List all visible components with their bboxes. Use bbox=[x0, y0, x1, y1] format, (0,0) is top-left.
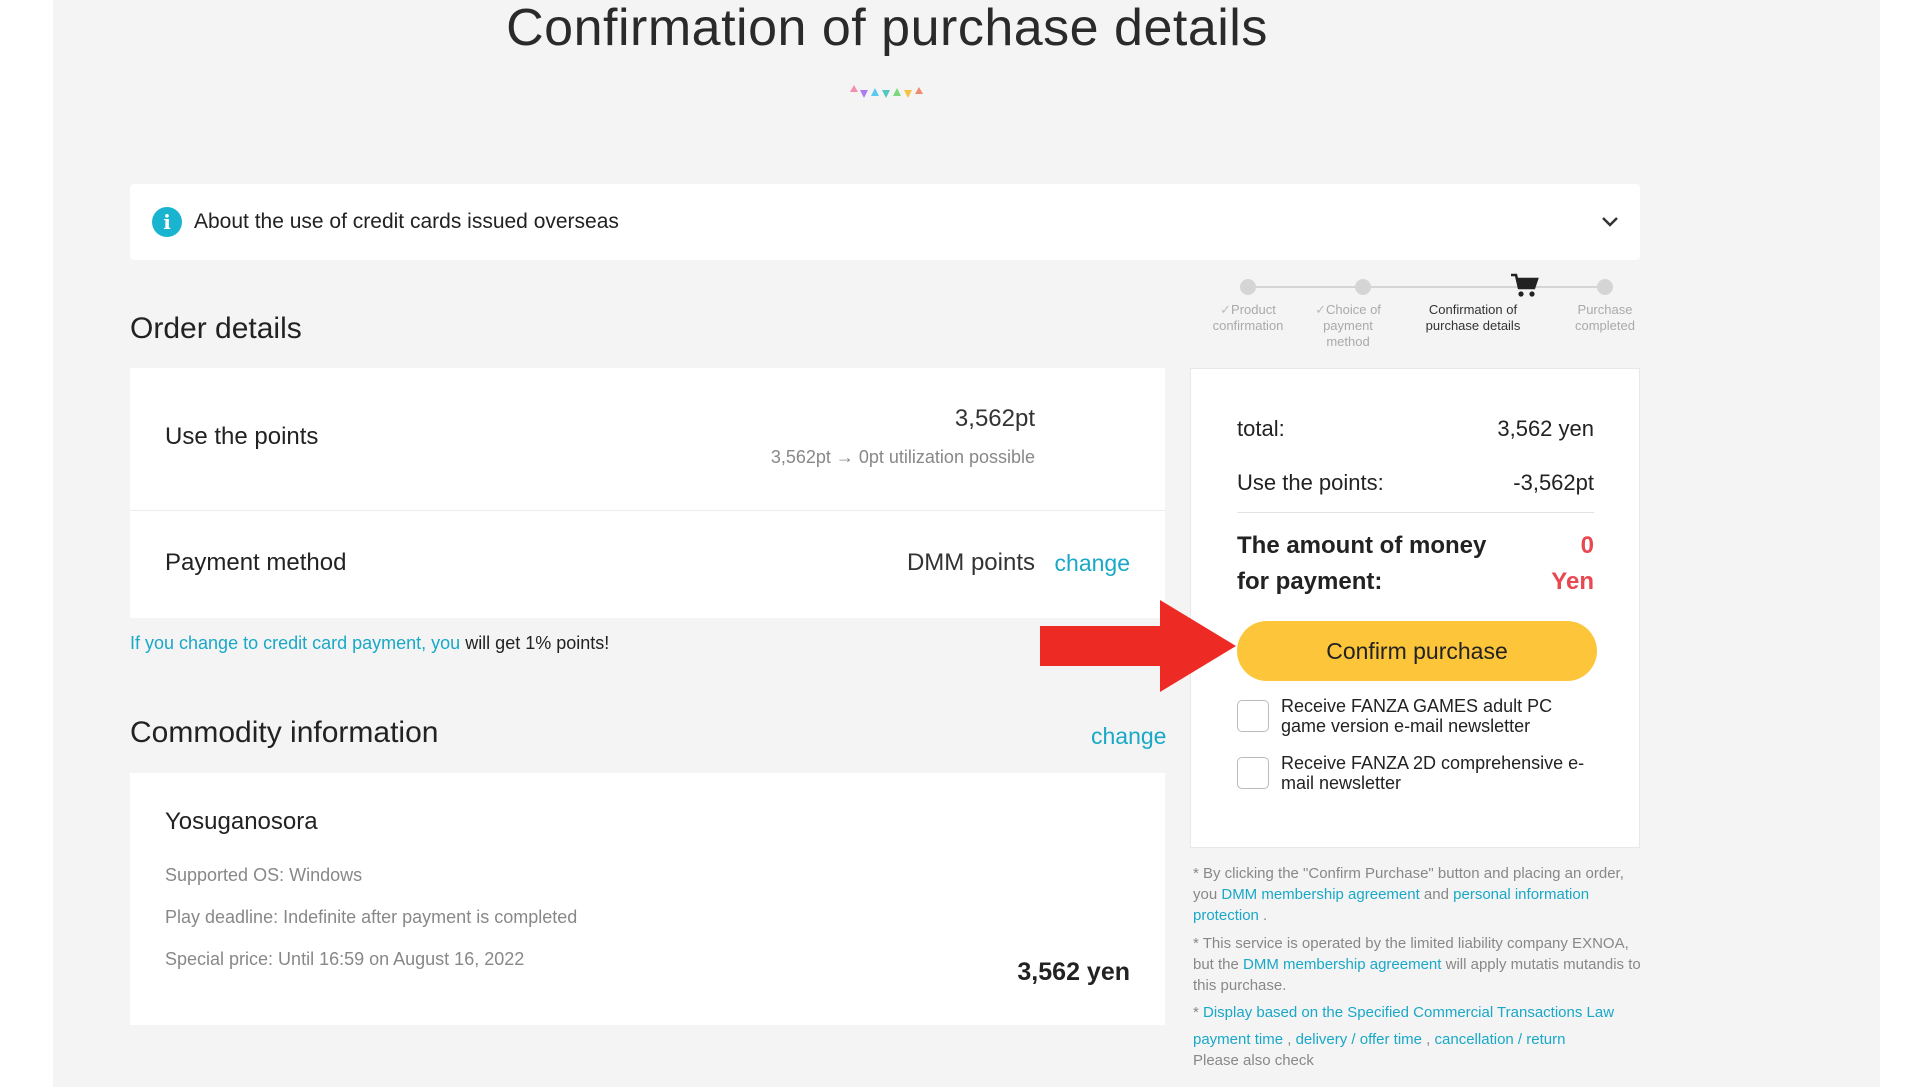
points-row: Use the points: -3,562pt bbox=[1237, 470, 1594, 496]
membership-agreement-link[interactable]: DMM membership agreement bbox=[1221, 886, 1419, 903]
check-icon: ✓ bbox=[1220, 302, 1232, 317]
legal-notice-1: * By clicking the "Confirm Purchase" but… bbox=[1193, 865, 1624, 924]
payment-time-link[interactable]: payment time bbox=[1193, 1031, 1283, 1048]
newsletter-games-option[interactable]: Receive FANZA GAMES adult PC game versio… bbox=[1237, 696, 1591, 736]
product-name: Yosuganosora bbox=[165, 808, 318, 835]
legal-notice-3: * Display based on the Specified Commerc… bbox=[1193, 1004, 1615, 1021]
credit-card-change-link[interactable]: If you change to credit card payment, yo… bbox=[130, 633, 460, 653]
cart-icon bbox=[1511, 273, 1539, 297]
step-dot-product bbox=[1240, 279, 1256, 295]
credit-card-note-text: will get 1% points! bbox=[460, 633, 610, 653]
newsletter-games-checkbox[interactable] bbox=[1237, 700, 1269, 732]
legal-notice-2: * This service is operated by the limite… bbox=[1193, 935, 1641, 994]
points-used-value: -3,562pt bbox=[1513, 470, 1594, 495]
play-deadline: Play deadline: Indefinite after payment … bbox=[165, 907, 578, 927]
points-utilization-text: 3,562pt → 0pt utilization possible bbox=[770, 447, 1035, 467]
commodity-card: Yosuganosora Supported OS: Windows Play … bbox=[130, 773, 1165, 1025]
supported-os: Supported OS: Windows bbox=[165, 865, 363, 885]
newsletter-games-label: Receive FANZA GAMES adult PC game versio… bbox=[1281, 696, 1553, 736]
points-used-label: Use the points: bbox=[1237, 470, 1384, 495]
overseas-card-info-bar[interactable]: i About the use of credit cards issued o… bbox=[130, 184, 1640, 260]
payment-method-label: Payment method bbox=[165, 549, 347, 576]
newsletter-2d-checkbox[interactable] bbox=[1237, 757, 1269, 789]
delivery-time-link[interactable]: delivery / offer time bbox=[1296, 1031, 1422, 1048]
red-arrow-annotation bbox=[1040, 600, 1236, 692]
newsletter-2d-option[interactable]: Receive FANZA 2D comprehensive e-mail ne… bbox=[1237, 753, 1591, 793]
step-label-payment: ✓Choice of payment method bbox=[1315, 302, 1381, 349]
points-value: 3,562pt bbox=[954, 405, 1035, 432]
purchase-progress-steps: ✓Product confirmation ✓Choice of payment me… bbox=[1190, 272, 1640, 352]
row-divider bbox=[130, 510, 1165, 511]
cancellation-return-link[interactable]: cancellation / return bbox=[1435, 1031, 1566, 1048]
legal-notice-4: payment time , delivery / offer time , c… bbox=[1193, 1031, 1566, 1048]
total-row: total: 3,562 yen bbox=[1237, 416, 1594, 442]
use-points-label: Use the points bbox=[165, 423, 319, 450]
confirm-purchase-button[interactable]: Confirm purchase bbox=[1237, 621, 1597, 681]
decorative-triangles bbox=[850, 85, 923, 98]
total-label: total: bbox=[1237, 416, 1285, 441]
step-label-completed: Purchase completed bbox=[1575, 302, 1635, 333]
chevron-down-icon[interactable] bbox=[1600, 211, 1620, 231]
summary-divider bbox=[1237, 512, 1594, 513]
total-value: 3,562 yen bbox=[1497, 416, 1594, 441]
step-dot-completed bbox=[1597, 279, 1613, 295]
membership-agreement-link-2[interactable]: DMM membership agreement bbox=[1243, 956, 1441, 973]
product-price: 3,562 yen bbox=[1017, 958, 1130, 986]
payment-method-value: DMM points bbox=[906, 549, 1035, 576]
commercial-transactions-law-link[interactable]: Display based on the Specified Commercia… bbox=[1203, 1004, 1614, 1021]
legal-notice-5: Please also check bbox=[1193, 1052, 1314, 1069]
payment-summary-panel: total: 3,562 yen Use the points: -3,562p… bbox=[1190, 368, 1640, 848]
payment-amount-label: The amount of money for payment: bbox=[1237, 532, 1487, 595]
step-label-confirmation: Confirmation of purchase details bbox=[1425, 302, 1521, 333]
commodity-info-heading: Commodity information bbox=[130, 716, 439, 749]
commodity-change-link[interactable]: change bbox=[1091, 723, 1166, 750]
credit-card-points-note: If you change to credit card payment, yo… bbox=[130, 633, 609, 654]
special-price-note: Special price: Until 16:59 on August 16,… bbox=[165, 949, 525, 969]
check-icon: ✓ bbox=[1315, 302, 1326, 317]
info-icon: i bbox=[152, 207, 182, 237]
info-bar-text: About the use of credit cards issued ove… bbox=[194, 210, 619, 233]
page-title: Confirmation of purchase details bbox=[506, 0, 1268, 57]
order-details-card: Use the points 3,562pt 3,562pt → 0pt uti… bbox=[130, 368, 1165, 618]
step-dot-payment bbox=[1355, 279, 1371, 295]
order-details-heading: Order details bbox=[130, 312, 302, 345]
steps-connector-line bbox=[1240, 286, 1600, 288]
step-label-product: ✓Product confirmation bbox=[1212, 302, 1284, 333]
payment-amount-value: 0 Yen bbox=[1551, 532, 1594, 595]
payment-change-link[interactable]: change bbox=[1055, 550, 1130, 577]
newsletter-2d-label: Receive FANZA 2D comprehensive e-mail ne… bbox=[1281, 753, 1585, 793]
